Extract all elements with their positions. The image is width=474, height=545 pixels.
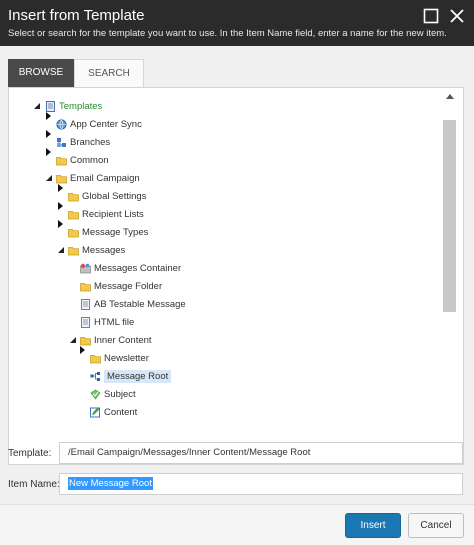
collapsed-arrow-icon[interactable] bbox=[58, 184, 63, 192]
scroll-thumb[interactable] bbox=[443, 120, 456, 312]
collapsed-arrow-icon[interactable] bbox=[46, 112, 51, 120]
tab-search[interactable]: SEARCH bbox=[74, 59, 144, 87]
dialog-titlebar: Insert from Template Select or search fo… bbox=[0, 0, 474, 46]
insert-button[interactable]: Insert bbox=[345, 513, 401, 538]
folder-icon bbox=[90, 354, 101, 363]
folder-icon bbox=[56, 156, 67, 165]
tree-node-templates[interactable]: Templates bbox=[45, 98, 102, 114]
tree-node-app-center-sync[interactable]: App Center Sync bbox=[56, 116, 142, 132]
tree-node-email-campaign[interactable]: Email Campaign bbox=[56, 170, 140, 186]
dialog-footer: Insert Cancel bbox=[0, 504, 474, 545]
expand-arrow-icon[interactable] bbox=[46, 175, 52, 181]
tree-node-inner-content[interactable]: Inner Content bbox=[80, 332, 152, 348]
expand-arrow-icon[interactable] bbox=[70, 337, 76, 343]
tree-node-newsletter[interactable]: Newsletter bbox=[90, 350, 149, 366]
folder-icon bbox=[68, 210, 79, 219]
folder-icon bbox=[80, 336, 91, 345]
expand-arrow-icon[interactable] bbox=[58, 247, 64, 253]
tree-node-messages[interactable]: Messages bbox=[68, 242, 125, 258]
tree-node-subject[interactable]: Subject bbox=[90, 386, 136, 402]
dialog-subtitle: Select or search for the template you wa… bbox=[8, 28, 447, 39]
cancel-button[interactable]: Cancel bbox=[408, 513, 464, 538]
expand-arrow-icon[interactable] bbox=[34, 103, 40, 109]
templates-icon bbox=[46, 100, 55, 112]
template-label: Template: bbox=[8, 448, 52, 459]
tree-node-message-root[interactable]: Message Root bbox=[90, 368, 172, 384]
folder-icon bbox=[56, 174, 67, 183]
branch-icon bbox=[57, 137, 66, 147]
document-icon bbox=[81, 298, 90, 310]
document-icon bbox=[81, 316, 90, 328]
messages-container-icon bbox=[80, 263, 91, 273]
collapsed-arrow-icon[interactable] bbox=[46, 130, 51, 138]
tree-node-branches[interactable]: Branches bbox=[56, 134, 110, 150]
tree-scrollbar[interactable] bbox=[439, 88, 463, 464]
template-tree-panel: Templates App Center Sync Branches Commo… bbox=[8, 87, 464, 465]
collapsed-arrow-icon[interactable] bbox=[46, 148, 51, 156]
dialog-body: BROWSE SEARCH Templates App Center Sync … bbox=[0, 46, 474, 504]
tree-node-messages-container[interactable]: Messages Container bbox=[80, 260, 181, 276]
folder-icon bbox=[68, 192, 79, 201]
item-name-value: New Message Root bbox=[68, 477, 153, 490]
tree-node-content[interactable]: Content bbox=[90, 404, 137, 420]
tree-node-common[interactable]: Common bbox=[56, 152, 109, 168]
globe-icon bbox=[56, 118, 67, 130]
collapsed-arrow-icon[interactable] bbox=[58, 202, 63, 210]
collapsed-arrow-icon[interactable] bbox=[80, 346, 85, 354]
folder-icon bbox=[68, 246, 79, 255]
tree-node-recipient-lists[interactable]: Recipient Lists bbox=[68, 206, 144, 222]
folder-icon bbox=[68, 228, 79, 237]
tree-node-message-types[interactable]: Message Types bbox=[68, 224, 148, 240]
content-icon bbox=[90, 406, 100, 417]
tab-browse[interactable]: BROWSE bbox=[8, 59, 74, 87]
subject-icon bbox=[90, 389, 101, 399]
message-root-icon bbox=[90, 371, 100, 381]
item-name-label: Item Name: bbox=[8, 479, 60, 490]
close-icon[interactable] bbox=[448, 7, 466, 25]
tree-node-html-file[interactable]: HTML file bbox=[80, 314, 134, 330]
maximize-icon[interactable] bbox=[422, 7, 440, 25]
item-name-input[interactable]: New Message Root bbox=[59, 473, 463, 495]
collapsed-arrow-icon[interactable] bbox=[58, 220, 63, 228]
dialog-title: Insert from Template bbox=[8, 7, 145, 24]
tree-node-message-folder[interactable]: Message Folder bbox=[80, 278, 162, 294]
folder-icon bbox=[80, 282, 91, 291]
tree-node-global-settings[interactable]: Global Settings bbox=[68, 188, 146, 204]
template-tree: Templates App Center Sync Branches Commo… bbox=[9, 88, 439, 464]
template-path-field[interactable]: /Email Campaign/Messages/Inner Content/M… bbox=[59, 442, 463, 464]
tree-node-ab-testable-message[interactable]: AB Testable Message bbox=[80, 296, 186, 312]
scroll-up-icon[interactable] bbox=[446, 94, 454, 99]
